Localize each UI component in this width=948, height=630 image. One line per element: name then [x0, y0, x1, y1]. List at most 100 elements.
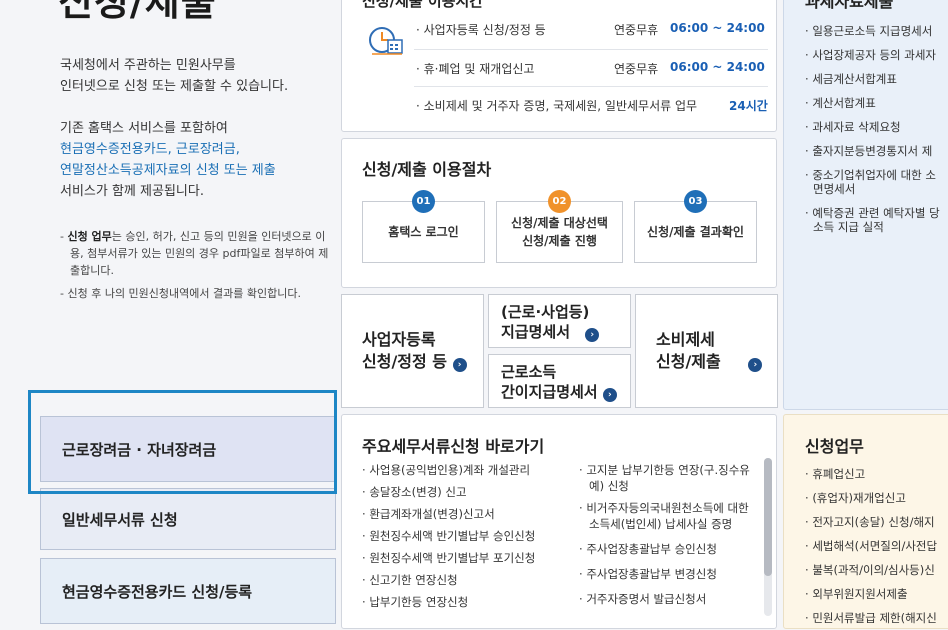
shortcut-link[interactable]: · 신고기한 연장신청	[362, 569, 572, 591]
note-2: - 신청 후 나의 민원신청내역에서 결과를 확인합니다.	[60, 287, 301, 300]
shortcut-text: 사업용(공익법인용)계좌 개설관리	[369, 463, 531, 477]
shortcut-text: 비거주자등의국내원천소득에 대한 소득세(법인세) 납세사실 증명	[586, 501, 749, 531]
scrollbar-thumb[interactable]	[764, 458, 772, 576]
application-link[interactable]: · 외부위원지원서제출	[805, 582, 937, 606]
schedule-time: 24시간	[729, 99, 768, 113]
tax-data-link[interactable]: · 세금계산서합계표	[805, 67, 945, 91]
shortcut-text: 거주자증명서 발급신청서	[586, 592, 707, 606]
page-title: 신청/제출	[58, 0, 217, 24]
shortcut-link[interactable]: · 비거주자등의국내원천소득에 대한 소득세(법인세) 납세사실 증명	[579, 497, 755, 535]
btn-simple-payment-statement[interactable]: 근로소득 간이지급명세서 ›	[488, 354, 631, 408]
intro-line: 인터넷으로 신청 또는 제출할 수 있습니다.	[60, 79, 289, 94]
application-text: 불복(과적/이의/심사등)신	[812, 563, 935, 577]
tax-data-link[interactable]: · 사업장제공자 등의 과세자	[805, 43, 945, 67]
tax-data-text: 계산서합계표	[812, 96, 876, 110]
shortcuts-title: 주요세무서류신청 바로가기	[362, 437, 545, 456]
application-link[interactable]: · 세법해석(서면질의/사전답	[805, 534, 937, 558]
schedule-label: · 소비제세 및 거주자 증명, 국제세원, 일반세무서류 업무	[416, 99, 698, 113]
quick-label-row: 신청/정정 등 ›	[362, 351, 483, 373]
shortcut-link[interactable]: · 원천징수세액 반기별납부 포기신청	[362, 547, 572, 569]
scrollbar-track[interactable]	[764, 458, 772, 616]
intro-line: 기존 홈택스 서비스를 포함하여	[60, 121, 228, 136]
schedule-days: 연중무휴	[614, 62, 659, 76]
tax-data-text: 과세자료 삭제요청	[812, 120, 901, 134]
shortcut-link[interactable]: · 환급계좌개설(변경)신고서	[362, 503, 572, 525]
arrow-right-icon: ›	[602, 388, 617, 402]
intro-line: 국세청에서 주관하는 민원사무를	[60, 58, 236, 73]
shortcut-text: 환급계좌개설(변경)신고서	[369, 507, 495, 521]
intro-line-highlight: 현금영수증전용카드, 근로장려금,	[60, 142, 240, 157]
tax-data-link[interactable]: · 일용근로소득 지급명세서	[805, 19, 945, 43]
btn-general-tax-docs[interactable]: 일반세무서류 신청	[40, 488, 336, 550]
step-label: 신청/제출 진행	[522, 234, 597, 248]
application-link[interactable]: · (휴업자)재개업신고	[805, 486, 937, 510]
quick-label: 신청/정정 등	[362, 352, 448, 371]
tax-data-text: 출자지분등변경통지서 제	[812, 144, 933, 158]
tax-data-text: 일용근로소득 지급명세서	[812, 24, 933, 38]
btn-cash-receipt-card[interactable]: 현금영수증전용카드 신청/등록	[40, 558, 336, 624]
tax-data-submit-title: 과세자료제출	[805, 0, 894, 11]
quick-label: (근로·사업등)	[501, 303, 590, 321]
schedule-row: · 소비제세 및 거주자 증명, 국제세원, 일반세무서류 업무 24시간	[416, 97, 768, 114]
arrow-right-icon: ›	[748, 358, 763, 372]
btn-consumption-tax[interactable]: 소비제세 신청/제출 ›	[635, 294, 778, 408]
tax-data-link[interactable]: · 출자지분등변경통지서 제	[805, 139, 945, 163]
btn-business-registration[interactable]: 사업자등록 신청/정정 등 ›	[341, 294, 484, 408]
shortcut-link[interactable]: · 고지분 납부기한등 연장(구.징수유예) 신청	[579, 459, 755, 497]
schedule-time: 06:00 ~ 24:00	[670, 60, 765, 74]
note-1: - 신청 업무는 승인, 허가, 신고 등의 민원을 인터넷으로 이용, 첨부서…	[60, 230, 329, 277]
intro-line: 서비스가 함께 제공됩니다.	[60, 184, 204, 199]
schedule-days: 연중무휴	[614, 23, 659, 37]
divider	[414, 49, 768, 50]
intro-text-1: 국세청에서 주관하는 민원사무를 인터넷으로 신청 또는 제출할 수 있습니다.	[60, 55, 288, 97]
tax-data-link[interactable]: · 중소기업취업자에 대한 소 면명세서	[805, 163, 945, 201]
quick-label: 근로소득	[501, 363, 557, 381]
arrow-right-icon: ›	[452, 358, 467, 372]
focus-highlight	[28, 390, 337, 494]
step-label: 신청/제출 결과확인	[647, 225, 744, 239]
quick-label: 간이지급명세서	[501, 383, 598, 401]
schedule-label-text: 소비제세 및 거주자 증명, 국제세원, 일반세무서류 업무	[423, 99, 698, 113]
shortcuts-list-1: · 사업용(공익법인용)계좌 개설관리 · 송달장소(변경) 신고 · 환급계좌…	[362, 459, 572, 613]
shortcut-text: 납부기한등 연장신청	[369, 595, 469, 609]
application-link[interactable]: · 불복(과적/이의/심사등)신	[805, 558, 937, 582]
tax-data-link[interactable]: · 예탁증권 관련 예탁자별 당소득 지급 실적	[805, 201, 945, 239]
shortcut-link[interactable]: · 사업용(공익법인용)계좌 개설관리	[362, 459, 572, 481]
schedule-label: · 사업자등록 신청/정정 등	[416, 23, 546, 37]
shortcut-link[interactable]: · 주사업장총괄납부 변경신청	[579, 563, 755, 585]
intro-line-highlight: 연말정산소득공제자료의 신청 또는 제출	[60, 163, 276, 178]
tax-data-link[interactable]: · 계산서합계표	[805, 91, 945, 115]
note-2-text: 신청 후 나의 민원신청내역에서 결과를 확인합니다.	[67, 287, 301, 300]
application-link[interactable]: · 민원서류발급 제한(해지신	[805, 606, 937, 630]
application-text: 외부위원지원서제출	[812, 587, 908, 601]
step-number: 02	[548, 190, 571, 213]
btn-payment-statement[interactable]: (근로·사업등) 지급명세서 ›	[488, 294, 631, 348]
application-text: 민원서류발급 제한(해지신	[812, 611, 937, 625]
tax-data-text: 사업장제공자 등의 과세자	[812, 48, 937, 62]
shortcut-text: 신고기한 연장신청	[369, 573, 458, 587]
shortcuts-list-2: · 고지분 납부기한등 연장(구.징수유예) 신청 · 비거주자등의국내원천소득…	[579, 459, 755, 610]
tax-data-link[interactable]: · 과세자료 삭제요청	[805, 115, 945, 139]
shortcut-link[interactable]: · 거주자증명서 발급신청서	[579, 588, 755, 610]
shortcut-link[interactable]: · 송달장소(변경) 신고	[362, 481, 572, 503]
quick-label-row: 간이지급명세서 ›	[501, 382, 630, 402]
quick-label: 소비제세	[656, 330, 715, 349]
shortcut-text: 원천징수세액 반기별납부 승인신청	[369, 529, 536, 543]
shortcut-text: 원천징수세액 반기별납부 포기신청	[369, 551, 536, 565]
quick-label: 지급명세서	[501, 323, 571, 341]
shortcut-link[interactable]: · 원천징수세액 반기별납부 승인신청	[362, 525, 572, 547]
quick-label-row: 지급명세서 ›	[501, 322, 630, 342]
note-1-bold: 신청 업무	[67, 230, 112, 243]
schedule-row: · 휴·폐업 및 재개업신고 연중무휴 06:00 ~ 24:00	[416, 60, 765, 77]
shortcut-link[interactable]: · 납부기한등 연장신청	[362, 591, 572, 613]
application-link[interactable]: · 전자고지(송달) 신청/해지	[805, 510, 937, 534]
schedule-title: 신청/제출 이용시간	[362, 0, 484, 10]
application-text: 휴폐업신고	[812, 467, 866, 481]
notes: - 신청 업무는 승인, 허가, 신고 등의 민원을 인터넷으로 이용, 첨부서…	[60, 228, 332, 308]
schedule-label-text: 사업자등록 신청/정정 등	[423, 23, 546, 37]
shortcut-link[interactable]: · 주사업장총괄납부 승인신청	[579, 538, 755, 560]
application-link[interactable]: · 휴폐업신고	[805, 462, 937, 486]
step-number: 03	[684, 190, 707, 213]
tax-data-text: 중소기업취업자에 대한 소 면명세서	[812, 168, 937, 196]
quick-label-row: 신청/제출 ›	[656, 351, 777, 373]
